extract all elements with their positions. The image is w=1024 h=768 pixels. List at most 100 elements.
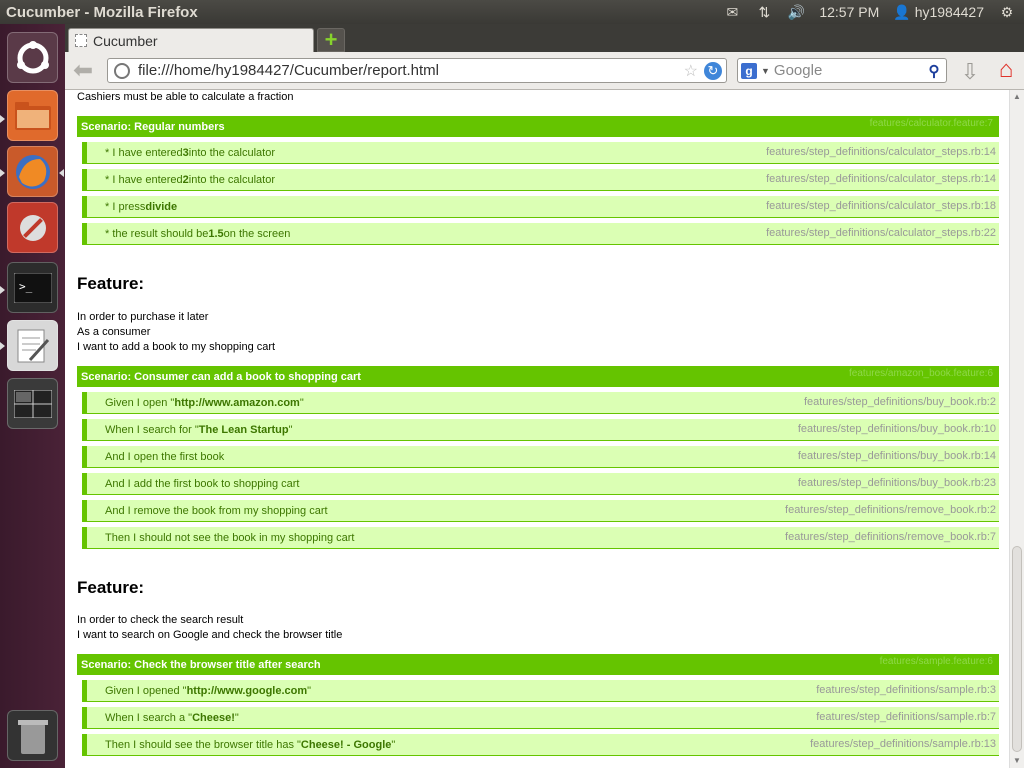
volume-icon[interactable]: 🔊	[787, 4, 805, 20]
window-title: Cucumber - Mozilla Firefox	[6, 3, 198, 21]
trash-launcher[interactable]	[7, 710, 58, 761]
feature-heading: Feature:	[77, 578, 145, 597]
running-indicator	[0, 115, 5, 123]
system-tray: ✉ ⇅ 🔊 12:57 PM 👤 hy1984427 ⚙	[723, 4, 1024, 21]
wrench-icon	[19, 214, 46, 241]
dash-button[interactable]	[7, 32, 58, 83]
step-file: features/step_definitions/sample.rb:7	[816, 711, 996, 723]
workspace-switcher-launcher[interactable]	[7, 378, 58, 429]
reload-button[interactable]: ↻	[704, 61, 722, 80]
search-icon[interactable]: ⚲	[925, 62, 943, 80]
folder-icon	[14, 101, 51, 130]
running-indicator	[0, 286, 5, 294]
globe-icon	[114, 62, 130, 79]
ubuntu-logo-icon	[16, 40, 49, 73]
scrollbar-thumb[interactable]	[1012, 546, 1022, 752]
step-file: features/step_definitions/calculator_ste…	[766, 227, 996, 239]
scenario-title: Scenario: Consumer can add a book to sho…	[81, 370, 361, 383]
step-row: When I search for " The Lean Startup " feat…	[82, 419, 999, 441]
user-name: hy1984427	[914, 4, 984, 20]
files-launcher[interactable]	[7, 90, 58, 141]
feature-description-line: I want to add a book to my shopping cart	[77, 341, 276, 353]
google-engine-icon[interactable]: g	[741, 62, 757, 79]
svg-text:>_: >_	[19, 280, 33, 293]
step-file: features/step_definitions/calculator_ste…	[766, 173, 996, 185]
scenario-header: Scenario: Consumer can add a book to sho…	[77, 366, 999, 387]
step-file: features/step_definitions/remove_book.rb…	[785, 504, 996, 516]
step-file: features/step_definitions/sample.rb:13	[810, 738, 996, 750]
user-menu[interactable]: 👤 hy1984427	[893, 4, 984, 21]
firefox-launcher[interactable]	[7, 146, 58, 197]
feature-description-line: In order to purchase it later	[77, 311, 209, 323]
scenario-title: Scenario: Check the browser title after …	[81, 658, 321, 671]
step-row: Given I open " http://www.amazon.com " feat…	[82, 392, 999, 414]
step-row: Then I should see the browser title has …	[82, 734, 999, 756]
scenario-header: Scenario: Check the browser title after …	[77, 654, 999, 675]
new-tab-button[interactable]: +	[317, 27, 345, 52]
step-file: features/step_definitions/calculator_ste…	[766, 200, 996, 212]
page-icon	[75, 34, 87, 47]
clock[interactable]: 12:57 PM	[819, 4, 879, 20]
text-editor-launcher[interactable]	[7, 320, 58, 371]
url-text[interactable]: file:///home/hy1984427/Cucumber/report.h…	[138, 62, 684, 79]
scenario-location: features/calculator.feature:7	[869, 118, 993, 129]
step-row: And I open the first book features/step_d…	[82, 446, 999, 468]
feature-description-line: I want to search on Google and check the…	[77, 629, 343, 641]
scenario-header: Scenario: Regular numbers features/calcu…	[77, 116, 999, 137]
tab-label: Cucumber	[93, 32, 158, 49]
text-editor-icon	[17, 329, 49, 362]
page-content: Cashiers must be able to calculate a fra…	[65, 90, 1009, 768]
mail-icon[interactable]: ✉	[723, 4, 741, 20]
network-icon[interactable]: ⇅	[755, 4, 773, 20]
tab-bar: Cucumber +	[65, 24, 1024, 52]
bookmark-star-icon[interactable]: ☆	[684, 61, 698, 81]
step-row: And I add the first book to shopping car…	[82, 473, 999, 495]
step-file: features/step_definitions/sample.rb:3	[816, 684, 996, 696]
home-icon[interactable]: ⌂	[993, 57, 1019, 83]
firefox-icon	[15, 154, 50, 189]
feature-heading: Feature:	[77, 274, 145, 293]
search-bar[interactable]: g ▼ Google ⚲	[737, 58, 947, 83]
active-indicator	[59, 169, 64, 177]
scenario-title: Scenario: Regular numbers	[81, 120, 225, 133]
step-row: When I search a " Cheese! " features/step_d…	[82, 707, 999, 729]
feature-description-line: As a consumer	[77, 326, 151, 338]
feature-description-line: Cashiers must be able to calculate a fra…	[77, 91, 294, 103]
running-indicator	[0, 169, 5, 177]
step-row: * I have entered 3 into the calculator fe…	[82, 142, 999, 164]
navigation-toolbar: ⬅ file:///home/hy1984427/Cucumber/report…	[65, 52, 1024, 90]
step-row: Given I opened " http://www.google.com " fe…	[82, 680, 999, 702]
step-file: features/step_definitions/calculator_ste…	[766, 146, 996, 158]
step-row: * the result should be 1.5 on the screen…	[82, 223, 999, 245]
scroll-up-arrow-icon[interactable]: ▲	[1013, 92, 1021, 101]
step-row: Then I should not see the book in my sho…	[82, 527, 999, 549]
terminal-icon: >_	[13, 272, 52, 303]
step-row: * I press divide features/step_definition…	[82, 196, 999, 218]
scenario-location: features/sample.feature:6	[879, 656, 993, 667]
running-indicator	[0, 342, 5, 350]
trash-icon	[17, 719, 48, 754]
step-file: features/step_definitions/buy_book.rb:2	[803, 396, 996, 408]
scenario-location: features/amazon_book.feature:6	[849, 368, 993, 379]
step-row: * I have entered 2 into the calculator fe…	[82, 169, 999, 191]
top-panel: Cucumber - Mozilla Firefox ✉ ⇅ 🔊 12:57 P…	[0, 0, 1024, 24]
step-file: features/step_definitions/remove_book.rb…	[785, 531, 996, 543]
terminal-launcher[interactable]: >_	[7, 262, 58, 313]
user-icon: 👤	[893, 3, 911, 20]
search-input[interactable]: Google	[774, 62, 925, 79]
launcher: >_	[0, 24, 65, 768]
settings-launcher[interactable]	[7, 202, 58, 253]
back-button[interactable]: ⬅	[70, 58, 96, 84]
tab-cucumber[interactable]: Cucumber	[68, 28, 314, 52]
download-icon[interactable]: ⇩	[959, 59, 981, 84]
url-bar[interactable]: file:///home/hy1984427/Cucumber/report.h…	[107, 58, 727, 83]
workspace-switcher-icon	[13, 389, 52, 418]
gear-icon[interactable]: ⚙	[998, 4, 1016, 20]
scroll-down-arrow-icon[interactable]: ▼	[1013, 756, 1021, 765]
vertical-scrollbar[interactable]: ▲ ▼	[1009, 90, 1024, 768]
feature-description-line: In order to check the search result	[77, 614, 244, 626]
chevron-down-icon[interactable]: ▼	[761, 66, 770, 76]
step-file: features/step_definitions/buy_book.rb:10	[797, 423, 996, 435]
step-row: And I remove the book from my shopping c…	[82, 500, 999, 522]
step-file: features/step_definitions/buy_book.rb:23	[797, 477, 996, 489]
